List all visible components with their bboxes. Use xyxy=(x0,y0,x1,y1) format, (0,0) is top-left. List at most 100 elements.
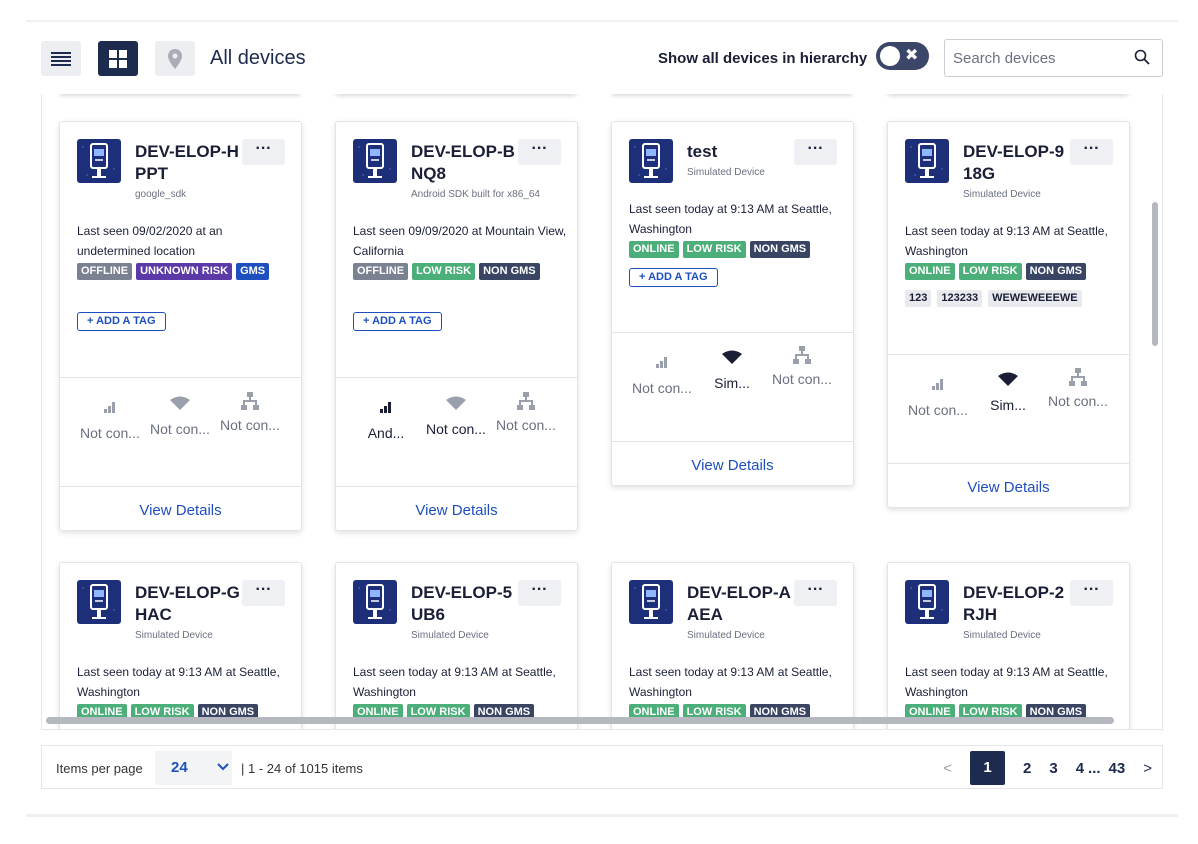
card-divider xyxy=(336,377,577,378)
gms-badge: NON GMS xyxy=(1025,263,1087,280)
add-tag-button[interactable]: + ADD A TAG xyxy=(353,312,442,331)
status-badge: OFFLINE xyxy=(77,263,133,280)
toggle-knob xyxy=(880,46,900,66)
last-seen-text: Last seen 09/02/2020 at an undetermined … xyxy=(77,224,223,258)
stat-network: Not con... xyxy=(1042,368,1114,411)
device-model: Simulated Device xyxy=(687,167,765,178)
more-options-button[interactable]: ··· xyxy=(242,580,285,606)
device-card: DEV-ELOP-5 UB6 Simulated Device ··· Last… xyxy=(335,562,578,729)
device-card: test Simulated Device ··· Last seen toda… xyxy=(611,121,854,486)
device-icon xyxy=(905,580,949,624)
custom-tag[interactable]: 123 xyxy=(905,290,932,307)
device-card: DEV-ELOP-H PPT google_sdk ··· Last seen … xyxy=(59,121,302,531)
device-model: Simulated Device xyxy=(963,630,1041,641)
signal-icon xyxy=(380,402,391,413)
more-options-button[interactable]: ··· xyxy=(1070,139,1113,165)
more-options-button[interactable]: ··· xyxy=(794,139,837,165)
gms-badge: NON GMS xyxy=(749,241,811,258)
custom-tag[interactable]: 123233 xyxy=(937,290,983,307)
stat-cellular: And... xyxy=(350,400,422,443)
card-divider xyxy=(60,377,301,378)
list-icon xyxy=(51,51,71,66)
page-button-3[interactable]: 3 xyxy=(1049,760,1057,777)
card-divider xyxy=(888,354,1129,355)
stat-network: Not con... xyxy=(214,392,286,435)
device-icon xyxy=(905,139,949,183)
last-seen-text: Last seen today at 9:13 AM at Seattle, W… xyxy=(905,224,1108,258)
vertical-scrollbar[interactable] xyxy=(1152,202,1158,346)
horizontal-scrollbar[interactable] xyxy=(46,717,1114,724)
stat-cellular: Not con... xyxy=(74,400,146,443)
more-options-button[interactable]: ··· xyxy=(1070,580,1113,606)
view-details-link[interactable]: View Details xyxy=(60,502,301,519)
risk-badge: LOW RISK xyxy=(412,263,476,280)
page-button-1[interactable]: 1 xyxy=(970,751,1005,785)
device-card: DEV-ELOP-2 RJH Simulated Device ··· Last… xyxy=(887,562,1130,729)
stat-network: Not con... xyxy=(490,392,562,435)
stat-wifi: Not con... xyxy=(144,396,216,439)
page-title: All devices xyxy=(210,47,306,69)
last-seen-text: Last seen today at 9:13 AM at Seattle, W… xyxy=(905,665,1108,699)
status-badge: ONLINE xyxy=(629,241,679,258)
view-details-link[interactable]: View Details xyxy=(888,479,1129,496)
device-name[interactable]: DEV-ELOP-B NQ8 xyxy=(411,141,521,185)
view-details-link[interactable]: View Details xyxy=(612,457,853,474)
view-details-link[interactable]: View Details xyxy=(336,502,577,519)
search-input[interactable] xyxy=(953,48,1123,68)
prev-page-button[interactable]: < xyxy=(943,760,952,777)
last-seen-text: Last seen 09/09/2020 at Mountain View, C… xyxy=(353,224,567,258)
network-icon xyxy=(1069,368,1087,386)
last-seen-text: Last seen today at 9:13 AM at Seattle, W… xyxy=(629,202,832,236)
map-view-button[interactable] xyxy=(155,41,195,76)
device-name[interactable]: DEV-ELOP-5 UB6 xyxy=(411,582,521,626)
custom-tag[interactable]: WEWEWEEEWE xyxy=(988,290,1082,307)
device-model: Simulated Device xyxy=(687,630,765,641)
device-model: Android SDK built for x86_64 xyxy=(411,189,540,200)
chevron-down-icon xyxy=(217,763,229,771)
gms-badge: NON GMS xyxy=(479,263,540,280)
page-button-43[interactable]: 43 xyxy=(1109,760,1126,777)
hierarchy-toggle-label: Show all devices in hierarchy xyxy=(658,50,868,67)
status-tags: OFFLINE UNKNOWN RISK GMS xyxy=(77,263,292,280)
signal-icon xyxy=(104,402,115,413)
device-icon xyxy=(629,139,673,183)
card-divider xyxy=(336,486,577,487)
device-icon xyxy=(77,139,121,183)
more-options-button[interactable]: ··· xyxy=(242,139,285,165)
custom-tags: 123 123233 WEWEWEEEWE xyxy=(905,290,1082,307)
add-tag-button[interactable]: + ADD A TAG xyxy=(629,268,718,287)
grid-view-button[interactable] xyxy=(98,41,138,76)
device-name[interactable]: DEV-ELOP-2 RJH xyxy=(963,582,1073,626)
list-view-button[interactable] xyxy=(41,41,81,76)
items-per-page-select[interactable]: 24 xyxy=(155,751,232,785)
signal-icon xyxy=(656,357,667,368)
more-options-button[interactable]: ··· xyxy=(794,580,837,606)
page-button-2[interactable]: 2 xyxy=(1023,760,1031,777)
next-page-button[interactable]: > xyxy=(1143,760,1152,777)
hierarchy-toggle[interactable]: ✖ xyxy=(876,42,929,70)
device-grid: DEV-ELOP-H PPT google_sdk ··· Last seen … xyxy=(41,94,1163,730)
device-icon xyxy=(353,580,397,624)
stat-network: Not con... xyxy=(766,346,838,389)
device-name[interactable]: DEV-ELOP-A AEA xyxy=(687,582,797,626)
device-name[interactable]: DEV-ELOP-H PPT xyxy=(135,141,245,185)
device-card: DEV-ELOP-9 18G Simulated Device ··· Last… xyxy=(887,121,1130,508)
add-tag-button[interactable]: + ADD A TAG xyxy=(77,312,166,331)
device-card: DEV-ELOP-B NQ8 Android SDK built for x86… xyxy=(335,121,578,531)
top-divider xyxy=(26,20,1178,22)
device-card: DEV-ELOP-A AEA Simulated Device ··· Last… xyxy=(611,562,854,729)
bottom-divider xyxy=(26,814,1178,817)
wifi-icon xyxy=(170,396,190,410)
last-seen-text: Last seen today at 9:13 AM at Seattle, W… xyxy=(629,665,832,699)
wifi-icon xyxy=(446,396,466,410)
device-name[interactable]: test xyxy=(687,141,797,163)
search-icon[interactable] xyxy=(1134,49,1150,65)
device-name[interactable]: DEV-ELOP-G HAC xyxy=(135,582,245,626)
network-icon xyxy=(517,392,535,410)
status-badge: ONLINE xyxy=(905,263,955,280)
more-options-button[interactable]: ··· xyxy=(518,580,561,606)
more-options-button[interactable]: ··· xyxy=(518,139,561,165)
page-button-4[interactable]: 4 xyxy=(1076,760,1084,777)
device-name[interactable]: DEV-ELOP-9 18G xyxy=(963,141,1073,185)
risk-badge: UNKNOWN RISK xyxy=(136,263,233,280)
